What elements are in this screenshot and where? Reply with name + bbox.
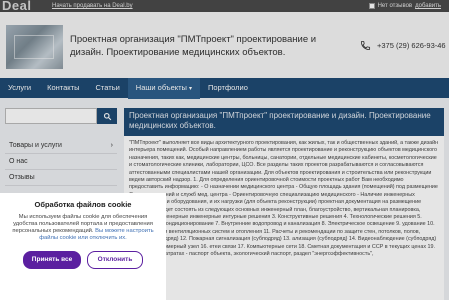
start-selling-link[interactable]: Начать продавать на Deal.by [52, 1, 133, 11]
nav-item-services[interactable]: Услуги [0, 78, 39, 98]
top-bar: Deal Начать продавать на Deal.by Нет отз… [0, 0, 449, 12]
cookie-title: Обработка файлов cookie [34, 200, 132, 209]
nav-item-objects-label: Наши объекты [135, 82, 187, 92]
nav-item-articles[interactable]: Статьи [87, 78, 127, 98]
company-logo-image[interactable] [6, 25, 63, 69]
search-button[interactable] [97, 108, 117, 124]
sidebar-item-label: Товары и услуги [9, 142, 62, 149]
search-input[interactable] [5, 108, 97, 124]
nav-item-objects[interactable]: Наши объекты ▾ [127, 77, 200, 99]
chevron-right-icon: › [110, 142, 113, 149]
search-icon [103, 112, 111, 120]
sidebar-item-label: О нас [9, 158, 28, 165]
nav-item-portfolio[interactable]: Портфолио [200, 78, 256, 98]
sidebar-item-label: Отзывы [9, 174, 35, 181]
phone-icon [360, 40, 371, 51]
main-body-text: "ПМТпроект" выполняет все виды архитекту… [124, 136, 444, 300]
main-nav: Услуги Контакты Статьи Наши объекты ▾ Пор… [0, 77, 449, 99]
nav-item-contacts[interactable]: Контакты [39, 78, 87, 98]
sidebar-item-products[interactable]: Товары и услуги › [5, 138, 117, 154]
cookie-dialog: Обработка файлов cookie Мы используем фа… [0, 193, 166, 300]
sidebar: Товары и услуги › О нас Отзывы [5, 108, 117, 186]
cookie-buttons: Принять все Отклонить [8, 251, 158, 269]
main-title: Проектная организация "ПМТпроект" проект… [124, 108, 444, 136]
site-logo[interactable]: Deal [2, 0, 31, 12]
search-box [5, 108, 117, 124]
review-checkbox-icon [368, 3, 375, 9]
company-title: Проектная организация "ПМТпроект" проект… [70, 34, 317, 58]
side-menu: Товары и услуги › О нас Отзывы [5, 138, 117, 186]
decline-button[interactable]: Отклонить [87, 251, 143, 269]
phone-block[interactable]: +375 (29) 626-93-46 [360, 40, 446, 51]
chevron-down-icon: ▾ [188, 85, 192, 92]
add-review-link[interactable]: добавить [415, 1, 441, 11]
accept-all-button[interactable]: Принять все [23, 251, 81, 269]
header: Проектная организация "ПМТпроект" проект… [0, 12, 449, 78]
sidebar-item-about[interactable]: О нас [5, 154, 117, 170]
no-reviews-text: Нет отзывов [377, 3, 413, 9]
sidebar-item-reviews[interactable]: Отзывы [5, 170, 117, 186]
phone-number: +375 (29) 626-93-46 [377, 41, 446, 50]
reviews-area: Нет отзывов добавить [368, 1, 441, 11]
cookie-text: Мы используем файлы cookie для обеспечен… [8, 214, 158, 242]
